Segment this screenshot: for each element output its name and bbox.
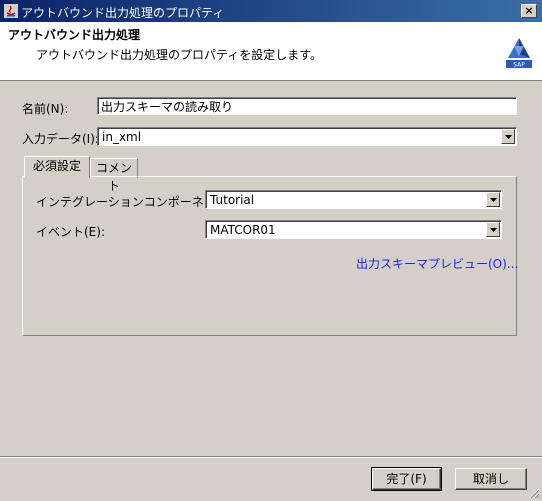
chevron-down-icon: [490, 198, 497, 202]
tab-comment[interactable]: コメント: [90, 158, 138, 193]
name-field[interactable]: 出力スキーマの読み取り: [97, 97, 517, 115]
input-data-dropdown-button[interactable]: [501, 129, 515, 144]
event-dropdown-button[interactable]: [486, 222, 500, 237]
window-title: アウトバウンド出力処理のプロパティ: [21, 6, 225, 20]
output-schema-preview-link[interactable]: 出力スキーマプレビュー(O)...: [356, 255, 518, 272]
component-dropdown-button[interactable]: [486, 192, 500, 207]
input-data-value: in_xml: [102, 130, 142, 144]
chevron-down-icon: [505, 135, 512, 139]
resize-grip-icon[interactable]: [528, 487, 540, 499]
event-label: イベント(E):: [36, 225, 105, 239]
title-bar: アウトバウンド出力処理のプロパティ ×: [0, 0, 542, 22]
sap-logo-icon: SAP: [506, 38, 532, 69]
close-button[interactable]: ×: [521, 4, 537, 18]
finish-button[interactable]: 完了(F): [371, 467, 442, 491]
java-app-icon: [4, 4, 18, 18]
integration-component-combo[interactable]: Tutorial: [205, 190, 502, 209]
cancel-button[interactable]: 取消し: [455, 468, 527, 490]
event-value: MATCOR01: [210, 223, 276, 237]
input-data-combo[interactable]: in_xml: [97, 127, 517, 146]
tab-required-settings[interactable]: 必須設定: [24, 156, 90, 178]
input-data-label: 入力データ(I):: [22, 132, 99, 146]
wizard-header: アウトバウンド出力処理 アウトバウンド出力処理のプロパティを設定します。 SAP: [0, 22, 542, 81]
header-description: アウトバウンド出力処理のプロパティを設定します。: [36, 48, 323, 62]
chevron-down-icon: [490, 228, 497, 232]
sap-logo-text: SAP: [513, 62, 525, 69]
event-combo[interactable]: MATCOR01: [205, 220, 502, 239]
integration-component-value: Tutorial: [210, 193, 255, 207]
button-separator: [0, 456, 542, 458]
header-title: アウトバウンド出力処理: [8, 28, 141, 42]
name-label: 名前(N):: [22, 102, 69, 116]
